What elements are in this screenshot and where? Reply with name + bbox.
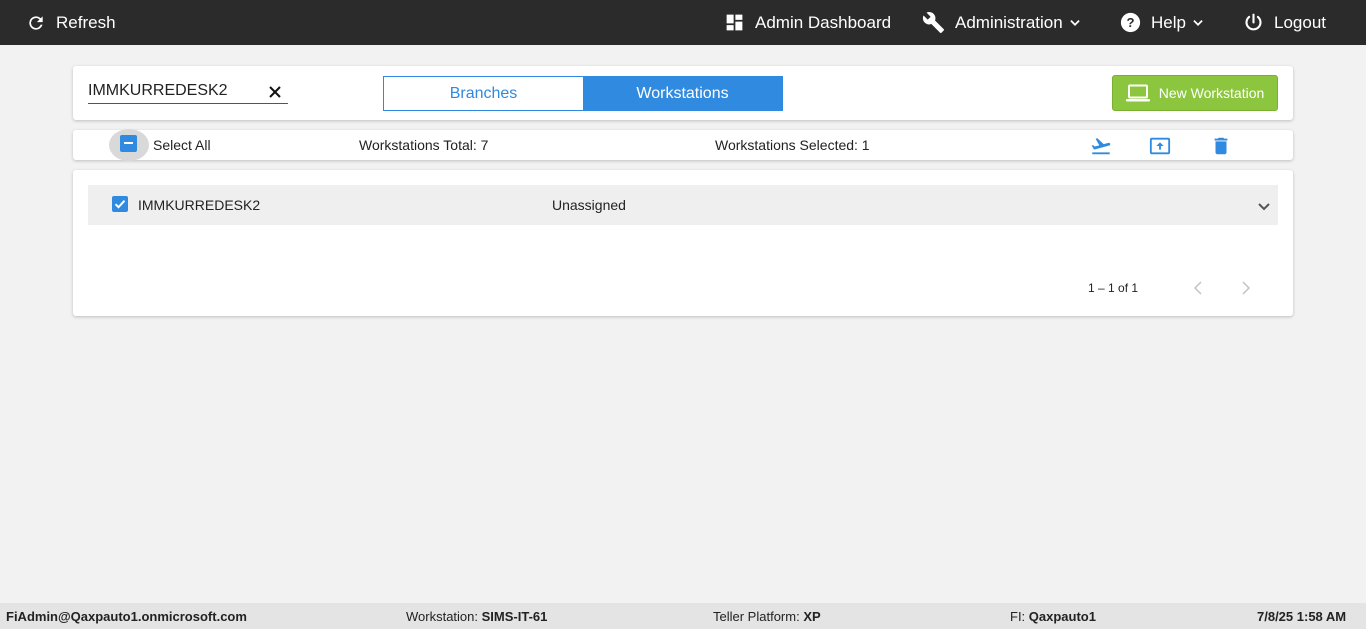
dashboard-icon <box>726 14 743 31</box>
footer-teller-value: XP <box>803 609 821 624</box>
workstations-total: Workstations Total: 7 <box>359 137 489 153</box>
row-checkbox[interactable] <box>112 196 128 212</box>
help-label: Help <box>1151 12 1186 32</box>
wrench-icon <box>922 12 945 34</box>
trash-icon[interactable] <box>1210 135 1232 157</box>
table-row[interactable]: IMMKURREDESK2 Unassigned <box>88 185 1278 225</box>
workstation-name: IMMKURREDESK2 <box>138 197 261 213</box>
chevron-left-icon[interactable] <box>1193 281 1203 295</box>
svg-text:?: ? <box>1126 15 1134 30</box>
power-icon <box>1245 13 1262 31</box>
current-user: FiAdmin@Qaxpauto1.onmicrosoft.com <box>6 609 247 624</box>
top-nav-bar: Refresh Admin Dashboard Administration ?… <box>0 0 1366 45</box>
pagination-range: 1 – 1 of 1 <box>1088 281 1139 295</box>
check-icon <box>114 200 126 209</box>
selection-toolbar: Select All Workstations Total: 7 Worksta… <box>73 129 1293 161</box>
administration-menu[interactable]: Administration <box>922 0 1082 45</box>
workstation-list: IMMKURREDESK2 Unassigned 1 – 1 of 1 <box>73 170 1293 316</box>
laptop-icon <box>1125 84 1150 102</box>
filter-card: Branches Workstations New Workstation <box>73 66 1293 120</box>
refresh-icon <box>29 15 43 30</box>
refresh-label: Refresh <box>56 12 116 32</box>
help-menu[interactable]: ? Help <box>1120 0 1205 45</box>
chevron-down-icon[interactable] <box>1257 201 1271 213</box>
tab-branches[interactable]: Branches <box>384 77 583 110</box>
logout-label: Logout <box>1274 12 1326 32</box>
footer-datetime: 7/8/25 1:58 AM <box>1257 609 1347 624</box>
footer-fi-value: Qaxpauto1 <box>1028 609 1096 624</box>
new-workstation-label: New Workstation <box>1158 85 1265 101</box>
administration-label: Administration <box>955 12 1063 32</box>
flight-takeoff-icon[interactable] <box>1089 135 1113 157</box>
view-tabs: Branches Workstations <box>383 76 783 111</box>
refresh-button[interactable]: Refresh <box>26 0 116 45</box>
select-all-checkbox[interactable] <box>120 135 137 152</box>
close-icon[interactable] <box>268 85 282 99</box>
workstation-status: Unassigned <box>552 197 626 213</box>
chevron-right-icon[interactable] <box>1241 281 1251 295</box>
search-input[interactable] <box>88 80 263 102</box>
admin-dashboard-label: Admin Dashboard <box>755 12 892 32</box>
status-bar: FiAdmin@Qaxpauto1.onmicrosoft.com Workst… <box>0 603 1366 629</box>
help-icon: ? <box>1120 12 1141 33</box>
footer-workstation-label: Workstation: <box>406 609 482 624</box>
select-all-label: Select All <box>153 137 211 153</box>
footer-teller-platform: Teller Platform: XP <box>713 609 821 624</box>
upload-icon[interactable] <box>1148 135 1172 157</box>
admin-dashboard-link[interactable]: Admin Dashboard <box>724 0 891 45</box>
search-field <box>88 80 288 104</box>
tab-workstations[interactable]: Workstations <box>583 77 782 110</box>
footer-workstation-value: SIMS-IT-61 <box>481 609 548 624</box>
footer-workstation: Workstation: SIMS-IT-61 <box>406 609 547 624</box>
new-workstation-button[interactable]: New Workstation <box>1112 75 1278 111</box>
chevron-down-icon <box>1070 19 1080 26</box>
footer-teller-label: Teller Platform: <box>713 609 804 624</box>
footer-fi-label: FI: <box>1010 609 1029 624</box>
chevron-down-icon <box>1193 19 1203 26</box>
logout-button[interactable]: Logout <box>1243 0 1326 45</box>
workstations-selected: Workstations Selected: 1 <box>715 137 870 153</box>
footer-fi: FI: Qaxpauto1 <box>1010 609 1096 624</box>
